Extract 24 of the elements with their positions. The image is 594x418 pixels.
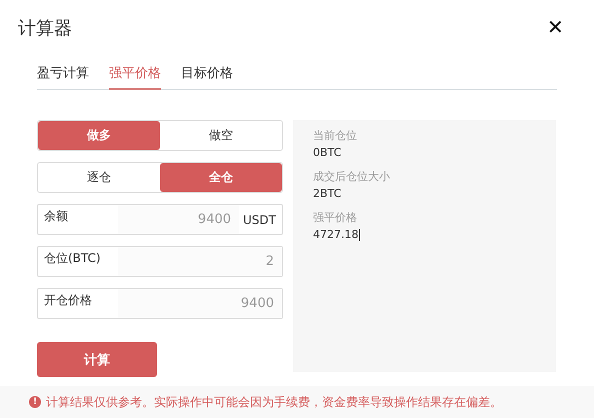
dialog-title: 计算器 xyxy=(18,17,72,40)
unit-label: USDT xyxy=(242,212,277,226)
input-field[interactable]: 9400 xyxy=(118,289,282,318)
segment-button[interactable]: 做多 xyxy=(38,121,160,150)
text-cursor xyxy=(358,228,360,240)
tab[interactable]: 目标价格 xyxy=(181,64,233,90)
input-field[interactable]: 2 xyxy=(118,247,282,276)
result-value: 2BTC xyxy=(313,187,342,200)
field-label: 开仓价格 xyxy=(43,292,93,309)
tab[interactable]: 强平价格 xyxy=(109,64,161,90)
result-label: 成交后仓位大小 xyxy=(313,169,391,184)
notice-text: 计算结果仅供参考。实际操作中可能会因为手续费，资金费率导致操作结果存在偏差。 xyxy=(46,394,502,410)
result-label: 强平价格 xyxy=(313,210,358,225)
result-label: 当前仓位 xyxy=(313,128,358,143)
field-label: 仓位(BTC) xyxy=(43,250,102,267)
close-button[interactable]: ✕ xyxy=(547,18,564,38)
result-value: 0BTC xyxy=(313,146,342,159)
segment-button[interactable]: 全仓 xyxy=(160,163,282,192)
tab[interactable]: 盈亏计算 xyxy=(37,64,89,90)
field-label: 余额 xyxy=(43,208,69,225)
input-field[interactable]: 9400 xyxy=(118,205,240,234)
calculate-button[interactable]: 计算 xyxy=(37,342,157,377)
warning-icon: ! xyxy=(29,396,41,408)
result-value: 4727.18 xyxy=(313,228,358,241)
